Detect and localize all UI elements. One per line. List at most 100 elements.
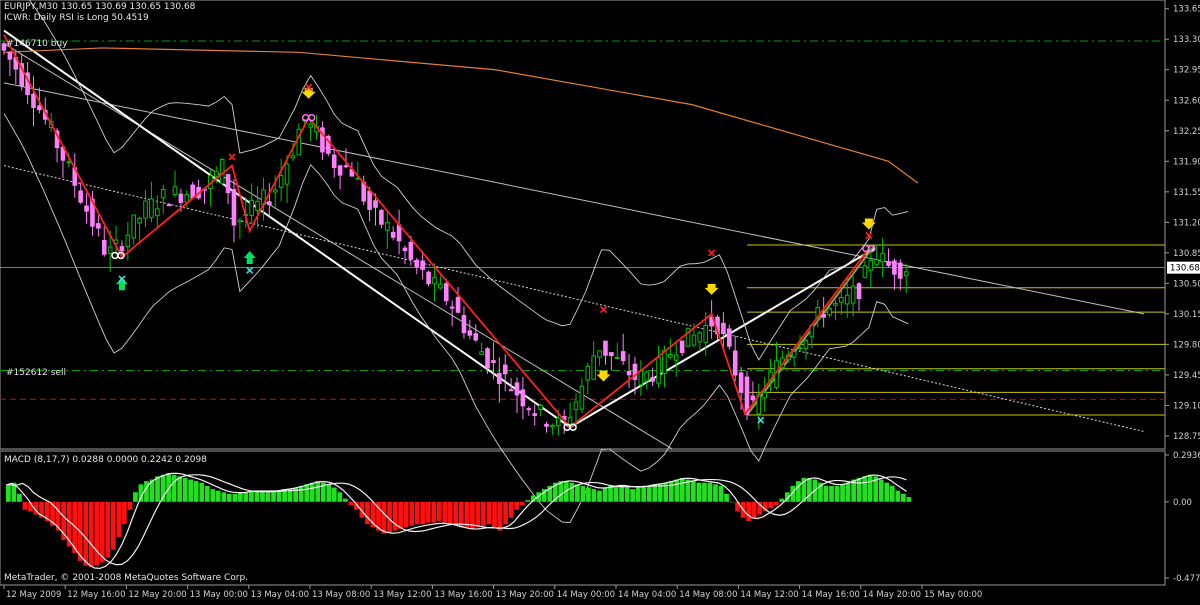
candle-body xyxy=(249,199,254,216)
macd-histogram-bar xyxy=(215,490,221,502)
macd-histogram-bar xyxy=(420,501,426,525)
macd-histogram-bar xyxy=(895,490,901,502)
candle-body xyxy=(337,165,343,176)
macd-histogram-bar xyxy=(193,481,199,502)
macd-histogram-bar xyxy=(254,490,260,502)
candle-body xyxy=(903,271,909,277)
candle-body xyxy=(862,265,868,278)
candle-body xyxy=(308,123,313,128)
price-tick-label: 133.30 xyxy=(1173,35,1200,45)
macd-histogram-bar xyxy=(116,501,122,537)
macd-histogram-bar xyxy=(635,487,641,502)
macd-histogram-bar xyxy=(779,498,785,502)
candle-body xyxy=(668,353,673,358)
candle-body xyxy=(426,271,431,285)
candle-body xyxy=(137,217,142,224)
macd-histogram-bar xyxy=(94,501,100,566)
macd-histogram-bar xyxy=(889,485,895,502)
macd-histogram-bar xyxy=(823,485,829,502)
candle-body xyxy=(603,340,608,356)
macd-histogram-bar xyxy=(602,487,608,502)
candle-body xyxy=(555,417,561,427)
candle-body xyxy=(84,205,89,212)
macd-histogram-bar xyxy=(580,485,586,502)
macd-histogram-bar xyxy=(906,497,912,502)
time-tick-label: 14 May 12:00 xyxy=(740,590,798,600)
macd-histogram-bar xyxy=(221,492,227,502)
candle-body xyxy=(597,350,602,358)
macd-histogram-bar xyxy=(453,501,459,526)
candle-body xyxy=(573,401,579,410)
macd-histogram-bar xyxy=(519,501,525,506)
macd-histogram-bar xyxy=(878,479,884,502)
macd-histogram-bar xyxy=(829,485,834,502)
macd-histogram-bar xyxy=(613,485,619,502)
candle-body xyxy=(343,165,349,168)
buy-order-label: #146710 buy xyxy=(6,39,68,49)
macd-histogram-bar xyxy=(884,482,890,502)
symbol-header: EURJPY,M30 130.65 130.69 130.65 130.68 xyxy=(4,2,196,12)
macd-tick-label: 0.2936 xyxy=(1173,451,1200,461)
macd-histogram-bar xyxy=(679,477,685,502)
candle-body xyxy=(367,190,372,210)
time-tick-label: 13 May 00:00 xyxy=(190,590,248,600)
candle-body xyxy=(620,351,626,362)
macd-histogram-bar xyxy=(326,484,332,502)
macd-histogram-bar xyxy=(768,501,774,509)
candle-body xyxy=(520,389,526,407)
candle-body xyxy=(697,332,703,343)
candle-body xyxy=(497,372,502,385)
indicator-header: ICWR: Daily RSI is Long 50.4519 xyxy=(4,13,149,23)
macd-histogram-bar xyxy=(365,501,370,525)
macd-histogram-bar xyxy=(608,485,613,502)
macd-title: MACD (8,17,7) 0.0288 0.0000 0.2242 0.209… xyxy=(4,455,207,465)
macd-histogram-bar xyxy=(127,501,133,510)
candle-body xyxy=(96,223,101,229)
price-tick-label: 131.20 xyxy=(1173,218,1200,228)
macd-histogram-bar xyxy=(83,501,89,566)
macd-histogram-bar xyxy=(99,501,105,563)
candle-body xyxy=(219,159,225,185)
macd-histogram-bar xyxy=(88,501,94,568)
candle-body xyxy=(213,170,219,177)
candle-body xyxy=(880,252,885,263)
candle-body xyxy=(31,93,36,108)
candle-body xyxy=(550,425,555,428)
macd-histogram-bar xyxy=(514,501,519,510)
macd-histogram-bar xyxy=(696,482,702,502)
price-tick-label: 130.50 xyxy=(1173,279,1200,289)
macd-histogram-bar xyxy=(133,492,138,502)
macd-histogram-bar xyxy=(392,501,398,531)
candle-body xyxy=(514,382,520,396)
macd-histogram-bar xyxy=(177,476,182,502)
macd-histogram-bar xyxy=(144,481,149,502)
candle-body xyxy=(491,360,496,363)
macd-histogram-bar xyxy=(746,501,751,521)
candle-body xyxy=(390,231,396,238)
price-tick-label: 131.55 xyxy=(1173,188,1200,198)
macd-histogram-bar xyxy=(331,487,337,502)
candle-body xyxy=(331,154,337,169)
candle-body xyxy=(762,391,767,399)
candle-body xyxy=(656,356,661,384)
candle-body xyxy=(538,405,543,410)
candle-body xyxy=(231,189,237,226)
macd-histogram-bar xyxy=(619,485,624,502)
candle-body xyxy=(78,190,83,203)
candle-body xyxy=(591,355,596,380)
candle-body xyxy=(290,155,296,159)
candle-body xyxy=(402,247,408,252)
price-chart[interactable]: 133.65 133.30 132.95 132.60 132.25 131.90 131.… xyxy=(0,0,1200,601)
candle-body xyxy=(508,389,514,392)
candle-body xyxy=(609,352,614,357)
macd-histogram-bar xyxy=(447,501,453,525)
candle-body xyxy=(544,423,549,427)
candle-body xyxy=(833,303,838,306)
candle-body xyxy=(868,259,874,271)
macd-histogram-bar xyxy=(657,484,663,502)
macd-histogram-bar xyxy=(624,487,630,502)
candle-body xyxy=(874,259,880,265)
macd-histogram-bar xyxy=(641,485,647,502)
macd-histogram-bar xyxy=(238,492,243,502)
macd-histogram-bar xyxy=(105,501,111,558)
